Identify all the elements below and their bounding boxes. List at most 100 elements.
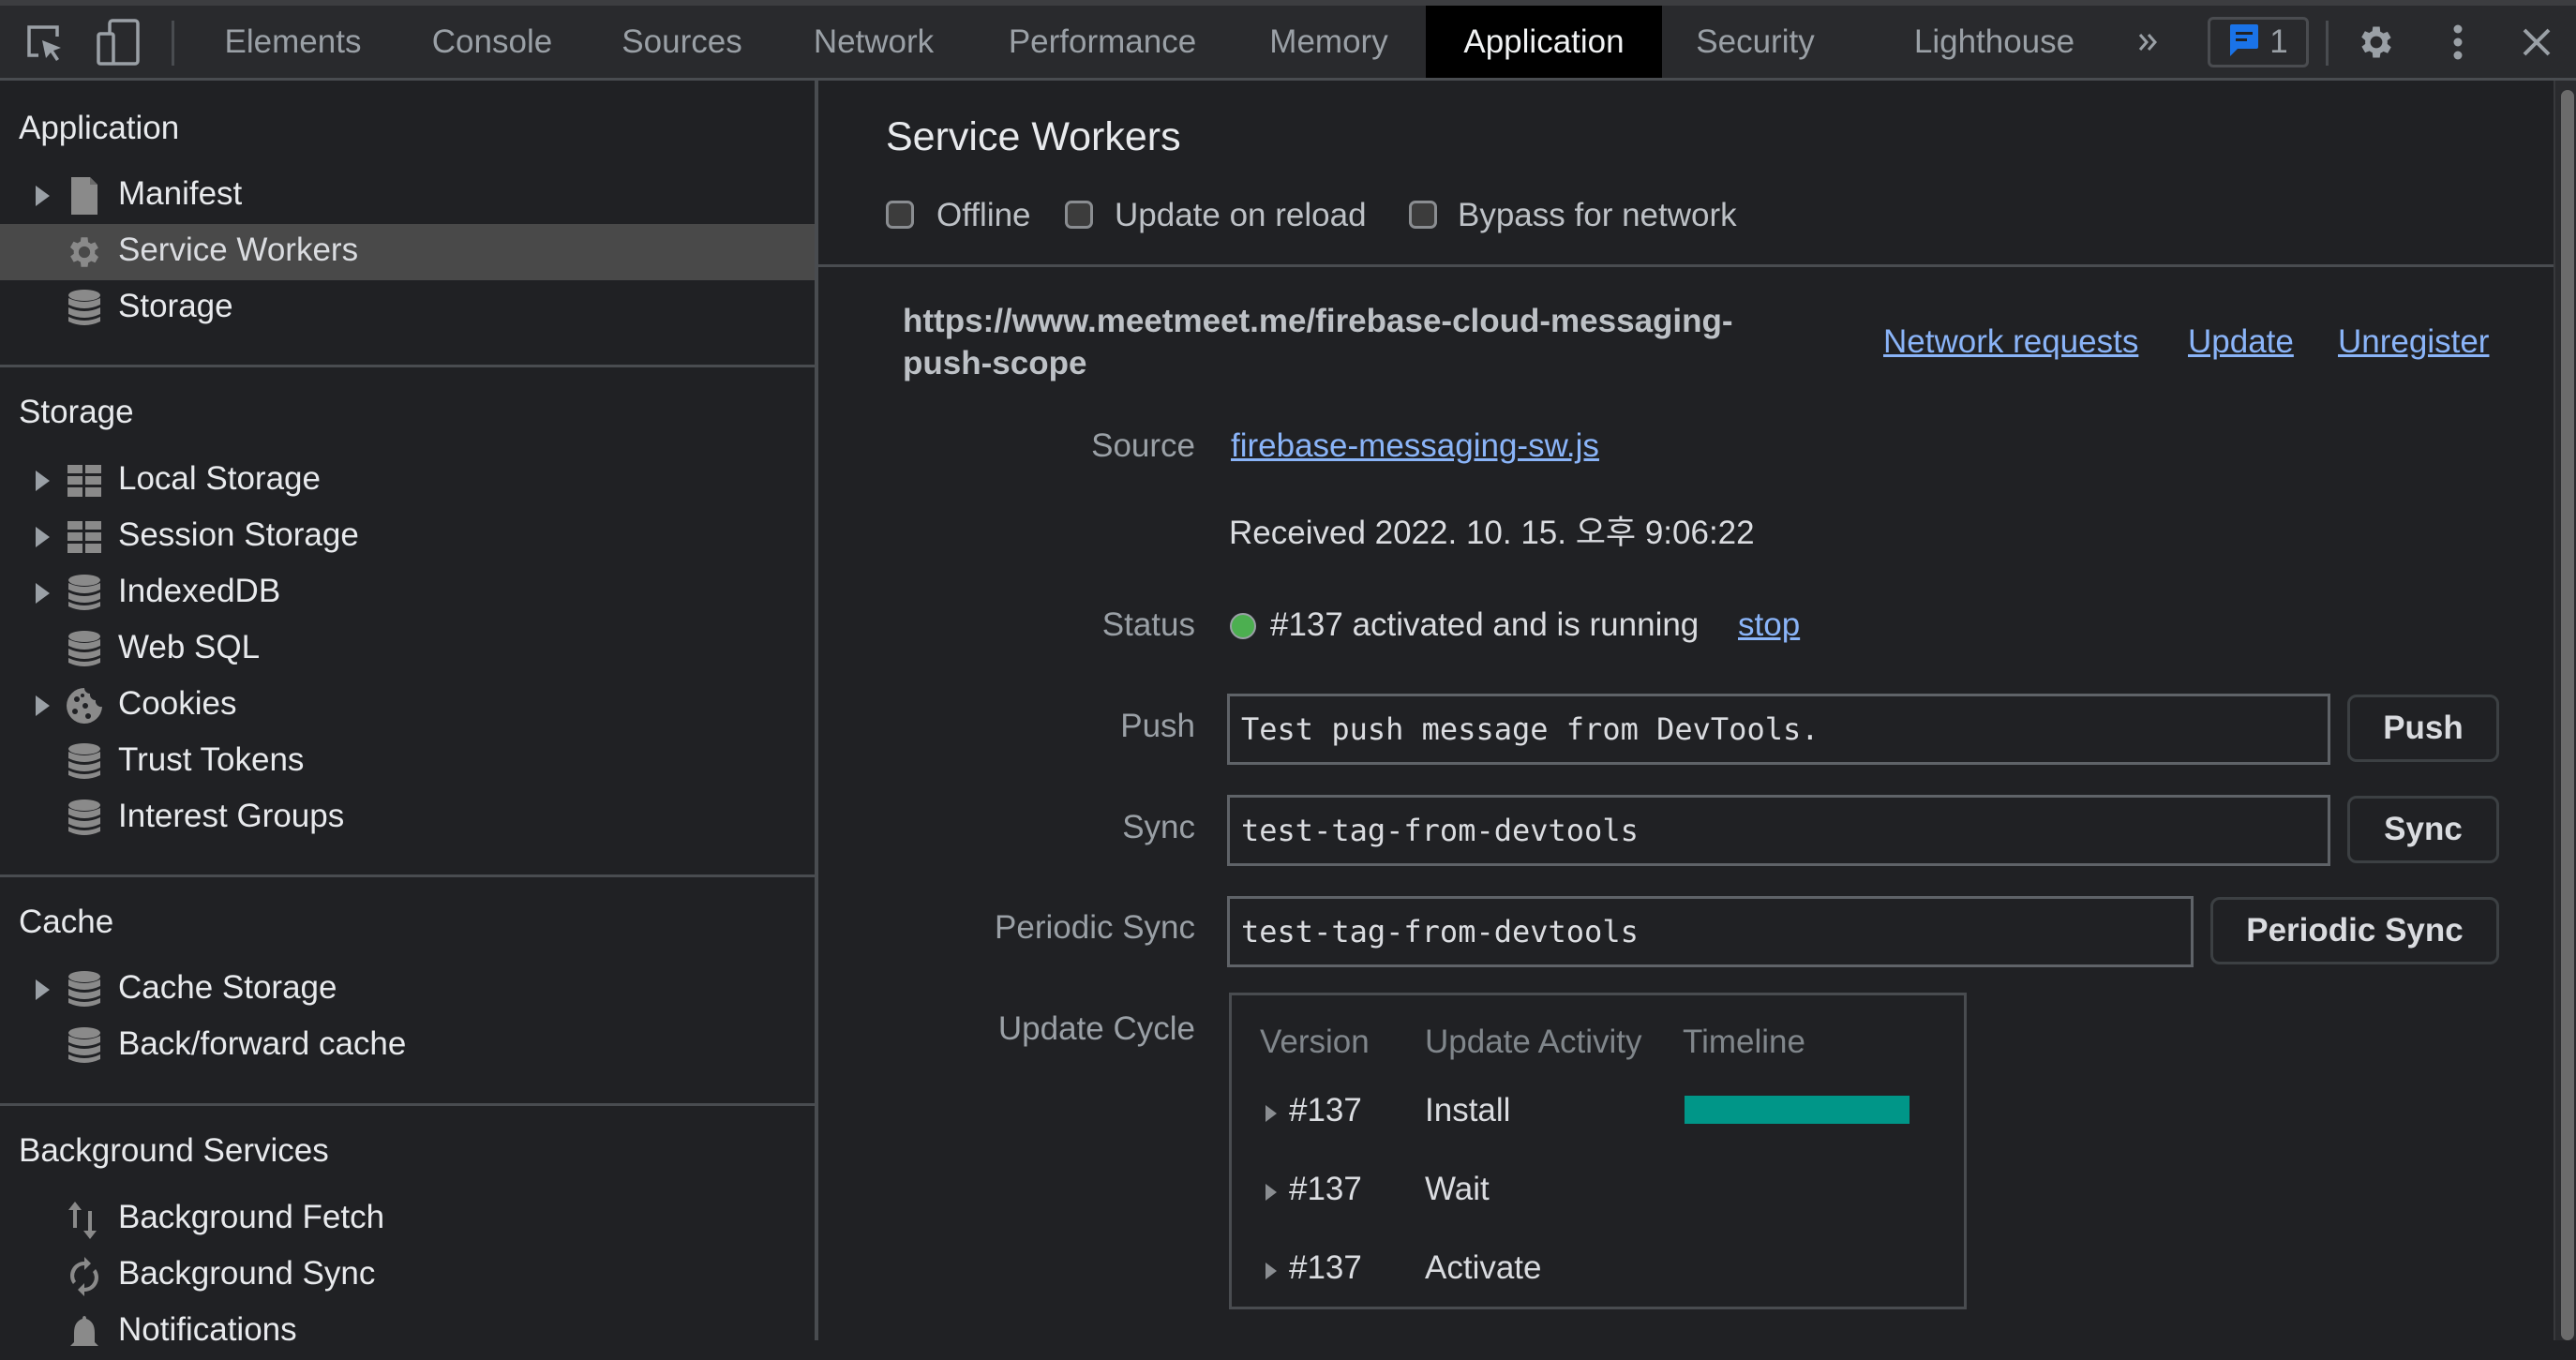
bypass-for-network-label: Bypass for network: [1458, 197, 1737, 233]
expand-arrow-icon[interactable]: [1266, 1184, 1277, 1201]
expand-arrow-icon[interactable]: [36, 979, 50, 1000]
sidebar-item-session-storage[interactable]: Session Storage: [0, 509, 815, 565]
source-label: Source: [1091, 427, 1195, 464]
section-divider: [818, 264, 2554, 267]
received-timestamp: Received 2022. 10. 15. 오후 9:06:22: [1229, 515, 1755, 551]
sidebar-item-label: Background Fetch: [118, 1199, 385, 1235]
bypass-for-network-checkbox[interactable]: [1409, 201, 1437, 229]
toolbar-separator: [172, 21, 174, 66]
section-divider: [0, 365, 815, 367]
settings-gear-icon[interactable]: [2353, 6, 2400, 78]
sidebar-item-background-sync[interactable]: Background Sync: [0, 1248, 815, 1304]
tab-sources[interactable]: Sources: [605, 6, 759, 78]
tab-application[interactable]: Application: [1426, 6, 1662, 78]
row-version: #137: [1289, 1092, 1362, 1128]
stop-link[interactable]: stop: [1738, 606, 1800, 644]
tab-security[interactable]: Security: [1678, 6, 1833, 78]
expand-arrow-icon[interactable]: [36, 695, 50, 716]
offline-checkbox[interactable]: [886, 201, 914, 229]
devtools-toolbar: Elements Console Sources Network Perform…: [0, 0, 2576, 81]
scrollbar-thumb[interactable]: [2561, 90, 2574, 1340]
sidebar-item-interest-groups[interactable]: Interest Groups: [0, 790, 815, 846]
sidebar-item-cache-storage[interactable]: Cache Storage: [0, 962, 815, 1018]
sidebar-item-web-sql[interactable]: Web SQL: [0, 621, 815, 678]
chevrons-right-icon[interactable]: [2128, 6, 2169, 78]
update-link[interactable]: Update: [2188, 323, 2294, 361]
expand-arrow-icon[interactable]: [1266, 1105, 1277, 1122]
tab-memory[interactable]: Memory: [1251, 6, 1406, 78]
application-sidebar: Application Manifest Service Workers Sto…: [0, 81, 818, 1348]
tab-lighthouse[interactable]: Lighthouse: [1894, 6, 2095, 78]
status-text: #137 activated and is running: [1270, 606, 1700, 643]
expand-arrow-icon[interactable]: [36, 583, 50, 604]
column-header-version: Version: [1260, 1024, 1370, 1060]
push-button[interactable]: Push: [2347, 695, 2499, 762]
source-file-link[interactable]: firebase-messaging-sw.js: [1231, 427, 1599, 465]
row-version: #137: [1289, 1249, 1362, 1286]
expand-arrow-icon[interactable]: [1266, 1263, 1277, 1279]
timeline-bar: [1685, 1096, 1910, 1124]
sidebar-item-label: Local Storage: [118, 460, 321, 497]
gear-icon: [64, 232, 105, 272]
sidebar-item-storage[interactable]: Storage: [0, 280, 815, 336]
sidebar-item-local-storage[interactable]: Local Storage: [0, 453, 815, 509]
periodic-sync-button[interactable]: Periodic Sync: [2210, 897, 2499, 964]
worker-scope-url: https://www.meetmeet.me/firebase-cloud-m…: [903, 300, 1733, 384]
tab-network[interactable]: Network: [799, 6, 949, 78]
periodic-sync-tag-input[interactable]: [1227, 896, 2194, 967]
sidebar-item-label: Service Workers: [118, 232, 359, 268]
sync-icon: [64, 1256, 105, 1296]
update-on-reload-checkbox[interactable]: [1065, 201, 1093, 229]
more-vertical-icon[interactable]: [2437, 6, 2479, 78]
tab-elements[interactable]: Elements: [206, 6, 380, 78]
update-cycle-table: Version Update Activity Timeline #137 In…: [1229, 993, 1967, 1309]
file-icon: [64, 176, 105, 216]
scope-url-line-1: https://www.meetmeet.me/firebase-cloud-m…: [903, 303, 1733, 339]
inspect-element-icon[interactable]: [21, 6, 67, 78]
sidebar-item-back-forward-cache[interactable]: Back/forward cache: [0, 1018, 815, 1074]
chat-message-icon: [2228, 22, 2260, 63]
table-icon: [64, 461, 105, 501]
sync-tag-input[interactable]: [1227, 795, 2330, 866]
sidebar-item-indexeddb[interactable]: IndexedDB: [0, 565, 815, 621]
row-activity: Activate: [1425, 1249, 1542, 1286]
network-requests-link[interactable]: Network requests: [1883, 323, 2138, 361]
update-on-reload-label: Update on reload: [1115, 197, 1367, 233]
status-indicator-dot: [1230, 613, 1256, 639]
database-icon: [64, 742, 105, 782]
sidebar-item-label: Cache Storage: [118, 969, 337, 1006]
tab-console[interactable]: Console: [412, 6, 572, 78]
sidebar-item-service-workers[interactable]: Service Workers: [0, 224, 815, 280]
sidebar-item-label: Interest Groups: [118, 798, 345, 834]
issues-count: 1: [2269, 23, 2288, 60]
sidebar-item-label: Session Storage: [118, 516, 359, 553]
cookie-icon: [64, 686, 105, 725]
sidebar-item-label: IndexedDB: [118, 573, 281, 609]
row-version: #137: [1289, 1171, 1362, 1207]
sidebar-item-manifest[interactable]: Manifest: [0, 168, 815, 224]
database-icon: [64, 574, 105, 613]
row-activity: Wait: [1425, 1171, 1490, 1207]
device-toolbar-icon[interactable]: [94, 6, 144, 78]
database-icon: [64, 289, 105, 328]
close-icon[interactable]: [2516, 6, 2557, 78]
unregister-link[interactable]: Unregister: [2338, 323, 2489, 361]
expand-arrow-icon[interactable]: [36, 186, 50, 206]
sidebar-section-application: Application: [19, 110, 180, 146]
sidebar-item-label: Cookies: [118, 685, 237, 722]
sidebar-item-background-fetch[interactable]: Background Fetch: [0, 1191, 815, 1248]
sidebar-item-trust-tokens[interactable]: Trust Tokens: [0, 734, 815, 790]
section-divider: [0, 1103, 815, 1106]
sidebar-item-notifications[interactable]: Notifications: [0, 1304, 815, 1360]
update-cycle-label: Update Cycle: [997, 1010, 1195, 1047]
issues-button[interactable]: 1: [2208, 17, 2309, 67]
expand-arrow-icon[interactable]: [36, 527, 50, 547]
tab-performance[interactable]: Performance: [990, 6, 1215, 78]
sidebar-item-cookies[interactable]: Cookies: [0, 678, 815, 734]
database-icon: [64, 970, 105, 1009]
sync-button[interactable]: Sync: [2347, 796, 2499, 863]
sync-label: Sync: [1122, 809, 1195, 845]
push-message-input[interactable]: [1227, 694, 2330, 765]
sidebar-item-label: Manifest: [118, 175, 243, 212]
expand-arrow-icon[interactable]: [36, 471, 50, 491]
